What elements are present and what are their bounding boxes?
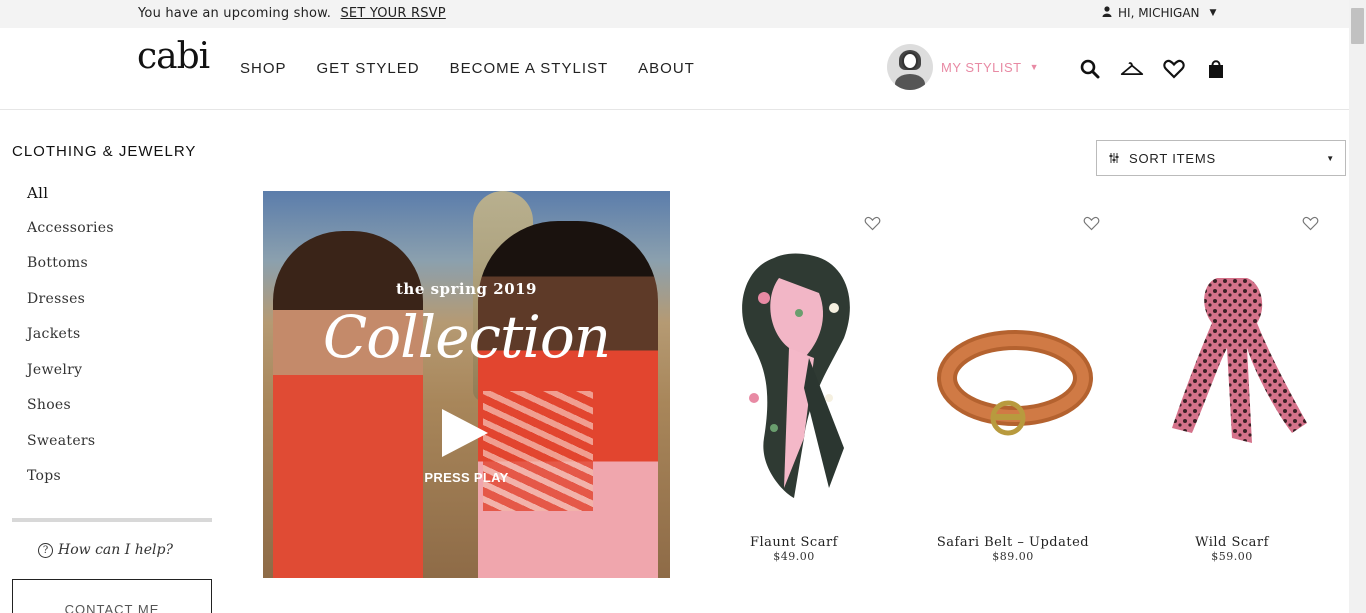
category-all[interactable]: All <box>27 184 114 220</box>
category-jackets[interactable]: Jackets <box>27 326 114 362</box>
product-price: $49.00 <box>773 550 815 563</box>
nav-get-styled[interactable]: GET STYLED <box>317 60 420 77</box>
product-price: $59.00 <box>1211 550 1253 563</box>
sidebar-divider <box>12 518 212 522</box>
category-tops[interactable]: Tops <box>27 468 114 504</box>
chevron-down-icon: ▼ <box>1209 8 1217 18</box>
video-subtitle: the spring 2019 <box>396 280 537 298</box>
nav-shop[interactable]: SHOP <box>240 60 287 77</box>
contact-me-button[interactable]: CONTACT ME <box>12 579 212 613</box>
header-icons <box>1078 58 1228 80</box>
product-card[interactable]: Safari Belt – Updated $89.00 <box>908 208 1118 568</box>
product-card[interactable]: Flaunt Scarf $49.00 <box>689 208 899 568</box>
scrollbar-thumb[interactable] <box>1351 8 1364 44</box>
category-bottoms[interactable]: Bottoms <box>27 255 114 291</box>
wishlist-heart-icon[interactable] <box>1302 216 1319 235</box>
sort-label: SORT ITEMS <box>1129 150 1216 166</box>
product-name[interactable]: Flaunt Scarf <box>689 535 899 550</box>
announcement-bar: You have an upcoming show. SET YOUR RSVP… <box>0 0 1349 28</box>
press-play-label[interactable]: PRESS PLAY <box>263 470 670 485</box>
category-heading: CLOTHING & JEWELRY <box>12 143 197 160</box>
sort-dropdown[interactable]: SORT ITEMS ▼ <box>1096 140 1346 176</box>
site-header: cabi SHOP GET STYLED BECOME A STYLIST AB… <box>0 28 1349 110</box>
user-icon <box>1102 6 1112 20</box>
stylist-avatar <box>887 44 933 90</box>
account-menu[interactable]: HI, MICHIGAN ▼ <box>1102 6 1216 20</box>
spring-collection-video[interactable]: the spring 2019 Collection PRESS PLAY <box>263 191 670 578</box>
cabi-logo[interactable]: cabi <box>137 36 210 77</box>
category-dresses[interactable]: Dresses <box>27 291 114 327</box>
main-nav: SHOP GET STYLED BECOME A STYLIST ABOUT <box>240 60 695 77</box>
wishlist-heart-icon[interactable] <box>1083 216 1100 235</box>
my-stylist-label: MY STYLIST <box>941 59 1022 75</box>
bag-icon[interactable] <box>1204 58 1228 80</box>
category-shoes[interactable]: Shoes <box>27 397 114 433</box>
category-accessories[interactable]: Accessories <box>27 220 114 256</box>
wishlist-heart-icon[interactable] <box>864 216 881 235</box>
chevron-down-icon: ▼ <box>1029 62 1040 72</box>
product-image-wild-scarf[interactable] <box>1142 238 1322 498</box>
category-jewelry[interactable]: Jewelry <box>27 362 114 398</box>
filter-sliders-icon <box>1109 151 1119 166</box>
product-image-safari-belt[interactable] <box>923 238 1103 498</box>
product-image-flaunt-scarf[interactable] <box>704 238 884 498</box>
product-price: $89.00 <box>992 550 1034 563</box>
help-link[interactable]: ? How can I help? <box>38 542 173 558</box>
hanger-icon[interactable] <box>1120 58 1144 80</box>
nav-about[interactable]: ABOUT <box>638 60 695 77</box>
rsvp-link[interactable]: SET YOUR RSVP <box>340 6 445 21</box>
my-stylist-menu[interactable]: MY STYLIST ▼ <box>887 44 1039 90</box>
help-label: How can I help? <box>58 542 173 558</box>
category-list: All Accessories Bottoms Dresses Jackets … <box>27 184 114 504</box>
nav-become-a-stylist[interactable]: BECOME A STYLIST <box>450 60 609 77</box>
page-scrollbar[interactable] <box>1349 0 1366 613</box>
heart-icon[interactable] <box>1162 58 1186 80</box>
product-name[interactable]: Wild Scarf <box>1127 535 1337 550</box>
upcoming-show-message: You have an upcoming show. SET YOUR RSVP <box>138 6 446 21</box>
greeting-label: HI, MICHIGAN <box>1118 6 1200 20</box>
chevron-down-icon: ▼ <box>1326 154 1335 163</box>
play-icon[interactable] <box>442 409 488 457</box>
product-name[interactable]: Safari Belt – Updated <box>908 535 1118 550</box>
upcoming-show-text: You have an upcoming show. <box>138 6 332 21</box>
category-sweaters[interactable]: Sweaters <box>27 433 114 469</box>
product-card[interactable]: Wild Scarf $59.00 <box>1127 208 1337 568</box>
video-title: Collection <box>322 303 611 371</box>
question-icon: ? <box>38 542 53 558</box>
search-icon[interactable] <box>1078 58 1102 80</box>
